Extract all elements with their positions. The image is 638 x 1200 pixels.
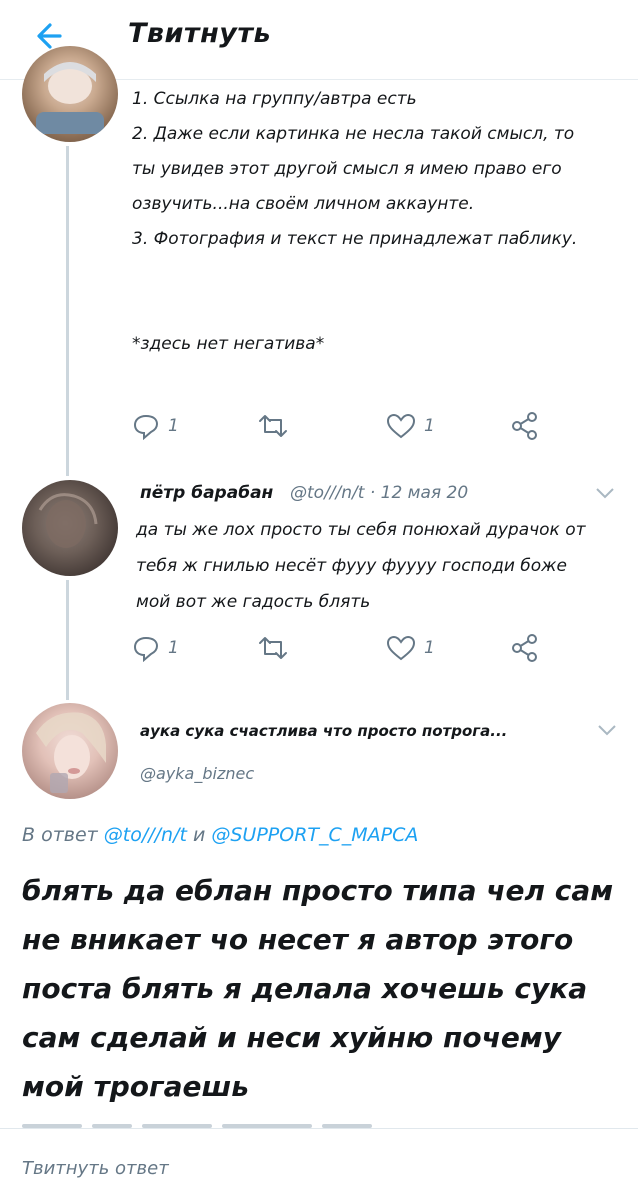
tweet-actions: 1 1	[132, 408, 552, 444]
tweet-meta-faded	[22, 1118, 422, 1134]
user-name[interactable]: аука сука счастлива что просто потрога..…	[140, 722, 507, 740]
tweet-actions: 1 1	[132, 630, 552, 666]
reply-icon	[133, 636, 159, 662]
like-icon	[386, 413, 416, 439]
user-handle-and-date: @to///n/t · 12 мая 20	[290, 483, 469, 503]
like-icon	[386, 635, 416, 661]
thread-line	[66, 146, 69, 476]
share-button[interactable]	[510, 630, 540, 666]
chevron-down-icon	[598, 725, 616, 736]
tweet-menu-button[interactable]	[596, 722, 618, 736]
reply-input[interactable]: Твитнуть ответ	[22, 1158, 169, 1179]
like-button[interactable]: 1	[386, 408, 435, 444]
chevron-down-icon	[596, 488, 614, 499]
tweet-text: да ты же лох просто ты себя понюхай дура…	[136, 520, 586, 612]
retweet-icon	[259, 415, 287, 437]
reply-button[interactable]: 1	[132, 630, 179, 666]
like-count: 1	[424, 638, 435, 658]
reply-context: В ответ @to///n/t и @SUPPORT_C_MAPCA	[22, 824, 418, 846]
user-name[interactable]: пётр барабан	[140, 483, 273, 503]
thread-line	[66, 580, 69, 700]
reply-icon	[133, 414, 159, 440]
like-button[interactable]: 1	[386, 630, 435, 666]
mention-link[interactable]: @to///n/t	[104, 824, 187, 846]
share-button[interactable]	[510, 408, 540, 444]
reply-prefix: В ответ	[22, 824, 104, 846]
tweet-text: 1. Ссылка на группу/автра есть 2. Даже е…	[132, 89, 578, 354]
user-handle: @ayka_biznec	[140, 764, 255, 783]
retweet-button[interactable]	[256, 630, 298, 666]
divider	[0, 1128, 638, 1129]
mention-link[interactable]: @SUPPORT_C_MAPCA	[211, 824, 418, 846]
retweet-icon	[259, 637, 287, 659]
avatar[interactable]	[22, 703, 118, 799]
retweet-button[interactable]	[256, 408, 298, 444]
page-title: Твитнуть	[128, 18, 272, 49]
reply-button[interactable]: 1	[132, 408, 179, 444]
reply-count: 1	[168, 638, 179, 658]
reply-count: 1	[168, 416, 179, 436]
avatar[interactable]	[22, 46, 118, 142]
share-icon	[512, 412, 537, 440]
share-icon	[512, 634, 537, 662]
reply-and: и	[186, 824, 212, 846]
avatar[interactable]	[22, 480, 118, 576]
main-tweet-text: блять да еблан просто типа чел сам не вн…	[22, 874, 614, 1103]
like-count: 1	[424, 416, 435, 436]
tweet-menu-button[interactable]	[594, 485, 616, 499]
